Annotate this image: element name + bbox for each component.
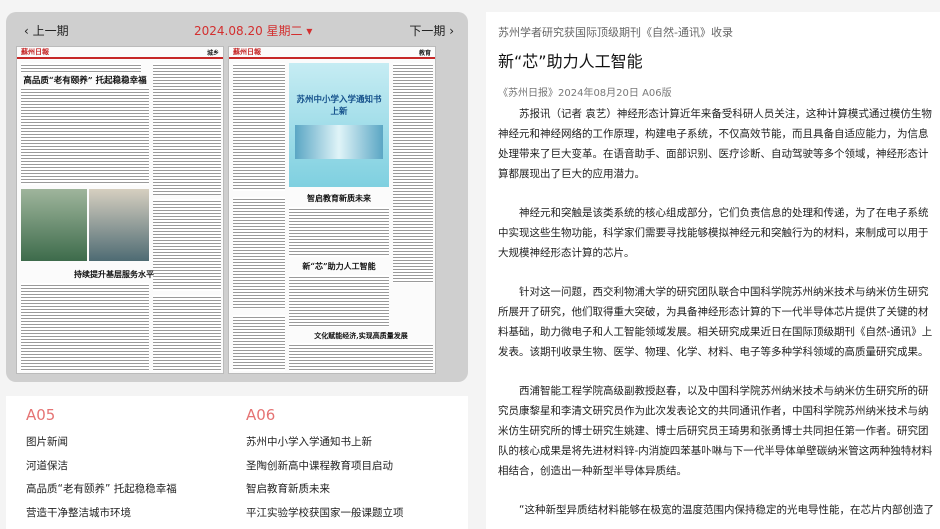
text-block xyxy=(21,87,149,185)
section-name: 城乡 xyxy=(206,49,219,57)
text-block xyxy=(289,275,389,327)
article-paragraph: 苏报讯（记者 袁艺）神经形态计算近年来备受科研人员关注，这种计算模式通过模仿生物… xyxy=(498,108,932,180)
article-reader: 苏州学者研究获国际顶级期刊《自然-通讯》收录 新“芯”助力人工智能 《苏州日报》… xyxy=(486,12,940,529)
text-block xyxy=(233,63,285,191)
page-viewer: ‹ 上一期 2024.08.20 星期二 ▾ 下一期 › 蘇州日報 城乡 高品质… xyxy=(6,12,468,382)
article-source: 《苏州日报》2024年08月20日 A06版 xyxy=(498,88,672,99)
text-block xyxy=(21,63,141,73)
section-name: 教育 xyxy=(418,49,431,57)
thumbnail-headline[interactable]: 持续提升基层服务水平 xyxy=(59,269,169,280)
article-paragraph: 西浦智能工程学院高级副教授赵春，以及中国科学院苏州纳米技术与纳米仿生研究所的研究… xyxy=(498,385,933,477)
article-paragraph: “这种新型异质结材料能够在极宽的温度范围内保持稳定的光电导性能，在芯片内部创造了 xyxy=(519,504,934,516)
masthead: 蘇州日報 教育 xyxy=(229,47,435,59)
article-link[interactable]: 圣陶创新高中课程教育项目启动 xyxy=(246,458,404,482)
news-photo[interactable] xyxy=(295,125,383,159)
text-block xyxy=(233,197,285,309)
article-link[interactable]: 河道保洁 xyxy=(26,458,177,482)
thumbnail-headline[interactable]: 文化赋能经济,实现高质量发展 xyxy=(289,331,433,341)
issue-article-list: A05 图片新闻 河道保洁 高品质“老有颐养” 托起稳稳幸福 营造干净整洁城市环… xyxy=(6,396,468,529)
prev-issue-button[interactable]: ‹ 上一期 xyxy=(24,22,69,39)
article-link[interactable]: 智启教育新质未来 xyxy=(246,481,404,505)
article-link[interactable]: 平江实验学校获国家一般课题立项 xyxy=(246,505,404,529)
text-block xyxy=(21,283,149,371)
next-issue-button[interactable]: 下一期 › xyxy=(409,22,454,39)
page-a05-list: A05 图片新闻 河道保洁 高品质“老有颐养” 托起稳稳幸福 营造干净整洁城市环… xyxy=(26,406,177,528)
text-block xyxy=(233,315,285,371)
thumbnail-headline[interactable]: 新“芯”助力人工智能 xyxy=(289,261,389,272)
article-paragraph: 神经元和突触是该类系统的核心组成部分，它们负责信息的处理和传递，为了在电子系统中… xyxy=(498,207,929,259)
news-photo[interactable] xyxy=(21,189,87,261)
article-body: 苏报讯（记者 袁艺）神经形态计算近年来备受科研人员关注，这种计算模式通过模仿生物… xyxy=(498,104,936,529)
issue-date-selector[interactable]: 2024.08.20 星期二 ▾ xyxy=(194,22,312,39)
chevron-right-icon: › xyxy=(449,24,454,38)
newspaper-logo: 蘇州日報 xyxy=(21,47,49,56)
article-title: 新“芯”助力人工智能 xyxy=(498,52,643,71)
text-block xyxy=(153,295,221,371)
text-block xyxy=(153,63,221,195)
issue-nav: ‹ 上一期 2024.08.20 星期二 ▾ 下一期 › xyxy=(6,12,468,48)
page-thumbnail-a06[interactable]: 蘇州日報 教育 苏州中小学入学通知书上新 智启教育新质未来 新“芯”助力人工智能… xyxy=(228,46,436,374)
text-block xyxy=(393,63,433,283)
text-block xyxy=(289,343,433,371)
article-link[interactable]: 苏州中小学入学通知书上新 xyxy=(246,434,404,458)
chevron-left-icon: ‹ xyxy=(24,24,29,38)
thumbnail-headline[interactable]: 高品质“老有颐养” 托起稳稳幸福 xyxy=(21,74,149,86)
thumbnail-headline[interactable]: 智启教育新质未来 xyxy=(289,193,389,204)
page-label[interactable]: A06 xyxy=(246,406,404,424)
page-thumbnail-a05[interactable]: 蘇州日報 城乡 高品质“老有颐养” 托起稳稳幸福 持续提升基层服务水平 xyxy=(16,46,224,374)
article-paragraph: 针对这一问题，西交利物浦大学的研究团队联合中国科学院苏州纳米技术与纳米仿生研究所… xyxy=(498,286,933,358)
text-block xyxy=(289,207,389,257)
article-link[interactable]: 营造干净整洁城市环境 xyxy=(26,505,177,529)
next-issue-label: 下一期 xyxy=(409,24,446,38)
article-link[interactable]: 高品质“老有颐养” 托起稳稳幸福 xyxy=(26,481,177,505)
article-subtitle: 苏州学者研究获国际顶级期刊《自然-通讯》收录 xyxy=(498,26,733,39)
article-link[interactable]: 图片新闻 xyxy=(26,434,177,458)
page-a06-list: A06 苏州中小学入学通知书上新 圣陶创新高中课程教育项目启动 智启教育新质未来… xyxy=(246,406,404,528)
newspaper-logo: 蘇州日報 xyxy=(233,47,261,56)
thumbnail-headline[interactable]: 苏州中小学入学通知书上新 xyxy=(293,93,385,117)
masthead: 蘇州日報 城乡 xyxy=(17,47,223,59)
page-label[interactable]: A05 xyxy=(26,406,177,424)
news-photo[interactable] xyxy=(89,189,149,261)
prev-issue-label: 上一期 xyxy=(32,24,69,38)
